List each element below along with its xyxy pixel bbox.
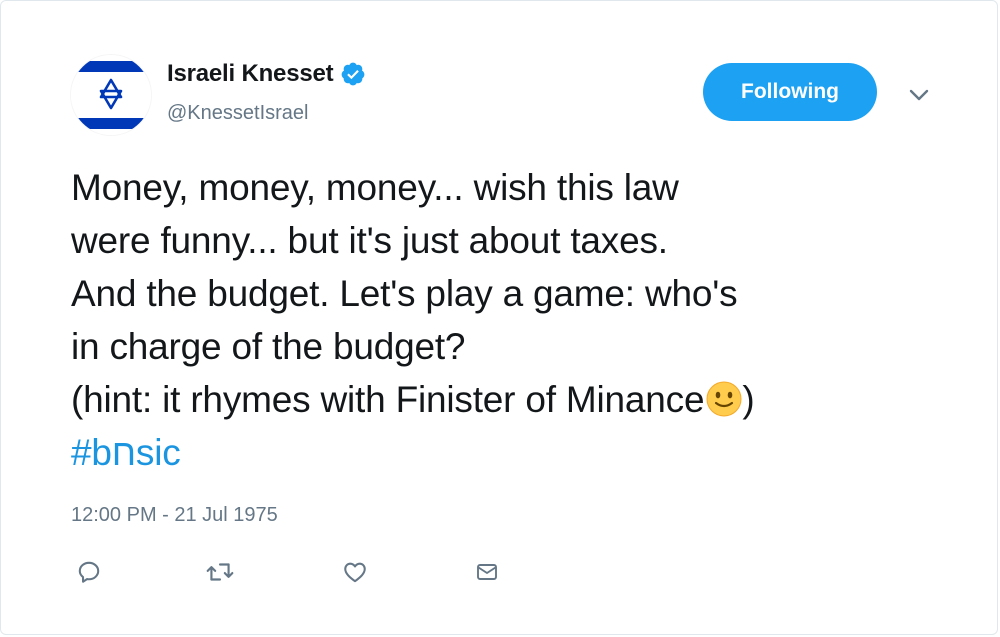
like-button[interactable]: [340, 557, 370, 587]
reply-button[interactable]: [74, 557, 104, 587]
hint-text: (hint: it rhymes with Finister of Minanc…: [71, 379, 705, 420]
tweet-text-line: Money, money, money... wish this law: [71, 167, 679, 208]
author-display-name[interactable]: Israeli Knesset: [167, 60, 334, 88]
verified-badge-icon: [340, 61, 366, 87]
message-icon: [477, 564, 497, 580]
israel-flag-icon: [71, 55, 151, 135]
tweet-text-line: were funny... but it's just about taxes.: [71, 220, 668, 261]
following-button[interactable]: Following: [703, 63, 877, 121]
slightly-smiling-face-icon: [706, 381, 742, 417]
tweet-text: Money, money, money... wish this law wer…: [71, 161, 971, 479]
tweet-menu-button[interactable]: [905, 83, 933, 107]
tweet-text-line-hint: (hint: it rhymes with Finister of Minanc…: [71, 373, 971, 426]
tweet-text-line: in charge of the budget?: [71, 326, 466, 367]
chevron-down-icon: [909, 89, 929, 101]
tweet-card: Israeli Knesset @KnessetIsrael Following…: [0, 0, 998, 635]
tweet-text-line: And the budget. Let's play a game: who's: [71, 273, 738, 314]
retweet-icon: [206, 563, 234, 581]
hashtag-link[interactable]: #bחsic: [71, 432, 181, 473]
tweet-actions: [1, 557, 1000, 587]
avatar[interactable]: [71, 55, 151, 135]
like-icon: [344, 562, 366, 583]
closing-paren: ): [742, 379, 755, 420]
reply-icon: [78, 561, 100, 583]
author-name-row: Israeli Knesset: [167, 59, 366, 89]
message-button[interactable]: [472, 557, 502, 587]
retweet-button[interactable]: [205, 557, 235, 587]
tweet-timestamp[interactable]: 12:00 PM - 21 Jul 1975: [71, 504, 278, 527]
author-handle[interactable]: @KnessetIsrael: [167, 102, 308, 125]
